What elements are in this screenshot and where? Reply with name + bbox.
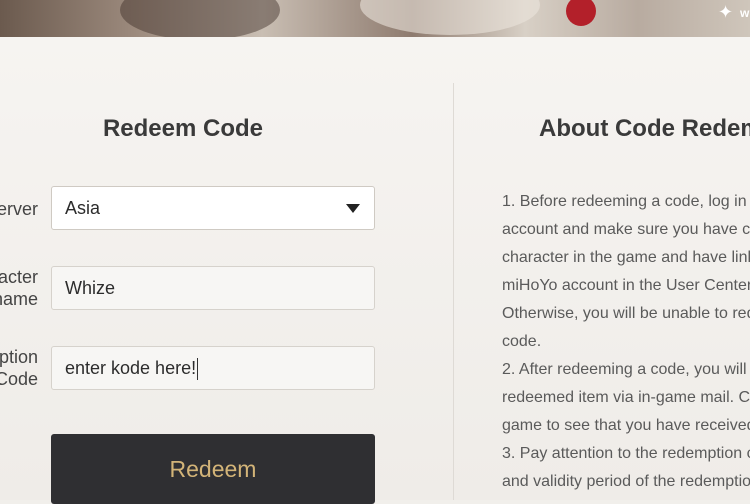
server-select[interactable]: Asia — [51, 186, 375, 230]
instruction-line: miHoYo account in the User Center. — [502, 277, 750, 294]
instruction-line: Otherwise, you will be unable to redee — [502, 305, 750, 322]
server-label: erver — [0, 199, 38, 219]
instruction-line: 2. After redeeming a code, you will rec — [502, 361, 750, 378]
redeem-button[interactable]: Redeem — [51, 434, 375, 504]
redemption-code-label: mption Code — [0, 347, 38, 389]
redeem-code-title: Redeem Code — [102, 115, 264, 142]
instruction-line: code. — [502, 333, 542, 350]
redemption-code-input[interactable]: enter kode here! — [51, 346, 375, 390]
red-seal-decoration — [566, 0, 596, 26]
banner-art — [360, 0, 540, 35]
caret-down-icon — [346, 204, 360, 213]
instruction-line: redeemed item via in-game mail. Chec — [502, 389, 750, 406]
instruction-line: and validity period of the redemption c — [502, 473, 750, 490]
about-code-redemption-title: About Code Redemp — [539, 115, 750, 142]
instruction-line: 1. Before redeeming a code, log in to — [502, 193, 750, 210]
server-select-value: Asia — [65, 198, 101, 218]
character-name-input[interactable]: Whize — [51, 266, 375, 310]
sparkle-icon: ✦ — [718, 2, 734, 22]
text-cursor — [197, 358, 199, 381]
about-instructions: 1. Before redeeming a code, log in to ac… — [502, 188, 750, 496]
redemption-code-value: enter kode here! — [65, 358, 197, 378]
instruction-line: game to see that you have received it — [502, 417, 750, 434]
instruction-line: character in the game and have linked — [502, 249, 750, 266]
section-divider — [453, 83, 454, 500]
banner-art — [120, 0, 280, 37]
instruction-line: account and make sure you have crea — [502, 221, 750, 238]
character-name-value: Whize — [65, 278, 116, 298]
banner-corner-text: w — [740, 6, 750, 20]
instruction-line: 3. Pay attention to the redemption con — [502, 445, 750, 462]
top-banner: ✦ w — [0, 0, 750, 37]
character-name-label: racter name — [0, 267, 38, 309]
